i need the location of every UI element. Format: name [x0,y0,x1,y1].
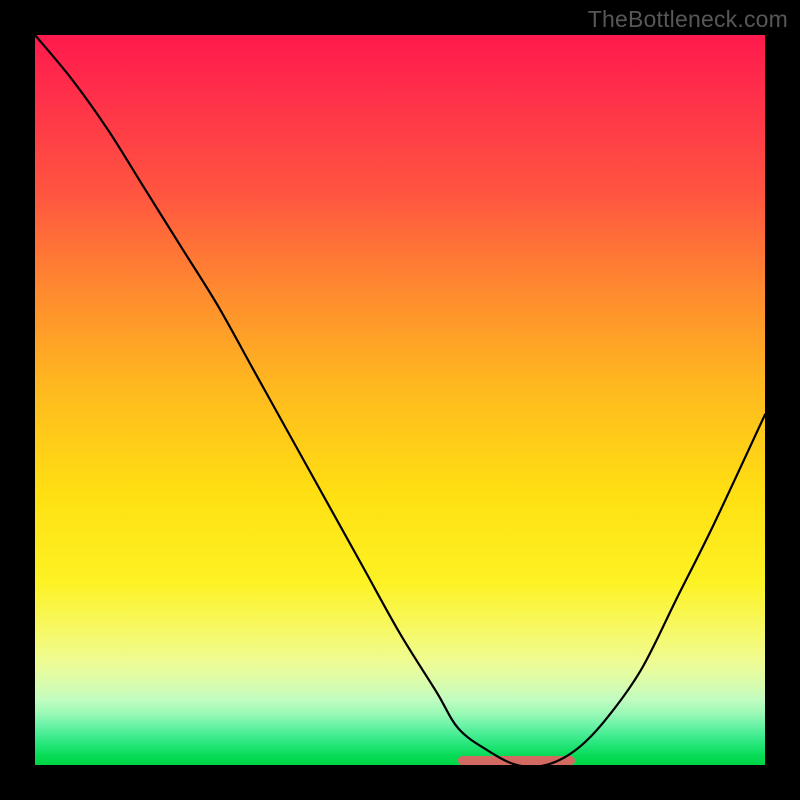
plot-area [35,35,765,765]
chart-frame: TheBottleneck.com [0,0,800,800]
curve-svg [35,35,765,765]
watermark-text: TheBottleneck.com [588,6,788,33]
bottleneck-curve [35,35,765,765]
